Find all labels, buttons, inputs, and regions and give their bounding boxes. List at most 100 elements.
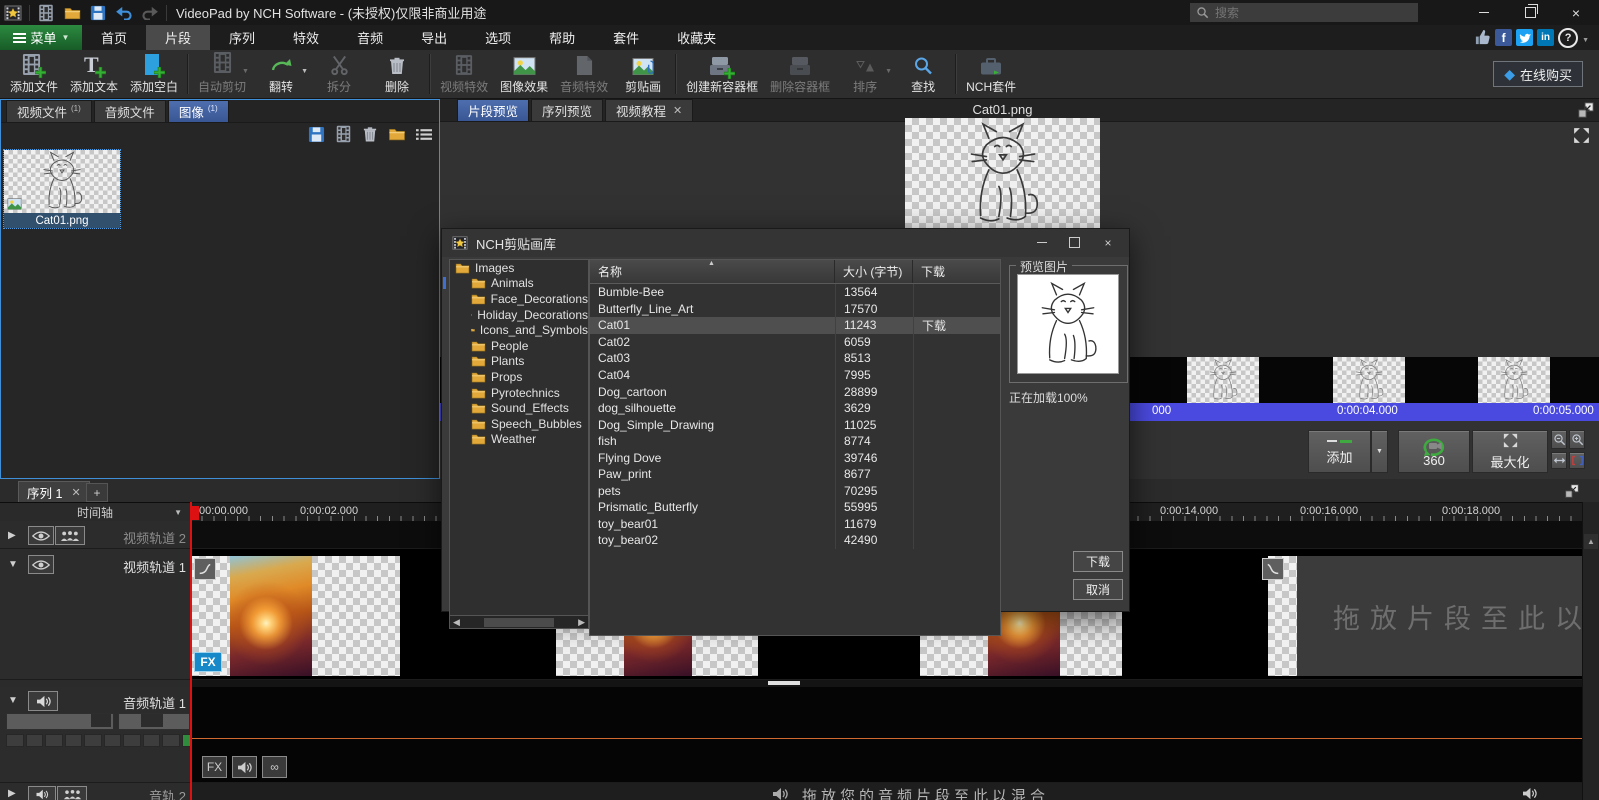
scrollbar-thumb[interactable] — [484, 618, 554, 627]
column-header-download[interactable]: 下载 — [913, 260, 998, 283]
add-blank-button[interactable]: 添加空白 — [124, 50, 184, 98]
tab-sequence-1[interactable]: 序列 1✕ — [18, 481, 90, 502]
delete-container-button[interactable]: 删除容器框 — [764, 50, 836, 98]
preview-viewport[interactable] — [905, 118, 1100, 231]
trash-icon[interactable] — [359, 124, 381, 144]
expand-icon[interactable]: ▶ — [8, 530, 16, 541]
mute-button[interactable] — [232, 756, 257, 778]
new-project-icon[interactable] — [36, 3, 56, 23]
collapse-icon[interactable]: ▼ — [8, 695, 18, 706]
slider-knob[interactable] — [91, 714, 111, 727]
menu-item-sequence[interactable]: 序列 — [210, 25, 274, 50]
save-snapshot-icon[interactable] — [305, 124, 327, 144]
pan-slider[interactable] — [118, 713, 190, 730]
table-row[interactable]: Butterfly_Line_Art17570 — [590, 301, 1000, 318]
rotate-360-button[interactable]: 360 — [1398, 430, 1470, 473]
delete-button[interactable]: 删除 — [368, 50, 426, 98]
table-row[interactable]: Paw_print8677 — [590, 466, 1000, 483]
tree-item-holiday-decorations[interactable]: Holiday_Decorations — [450, 307, 588, 323]
chevron-down-icon[interactable] — [1582, 31, 1589, 45]
table-row[interactable]: Prismatic_Butterfly55995 — [590, 499, 1000, 516]
table-row[interactable]: toy_bear0242490 — [590, 532, 1000, 549]
zoom-in-button[interactable] — [1569, 430, 1585, 449]
close-icon[interactable]: ✕ — [71, 486, 80, 499]
tree-item-speech-bubbles[interactable]: Speech_Bubbles — [450, 416, 588, 432]
fade-in-icon[interactable] — [194, 558, 216, 580]
auto-cut-button[interactable]: 自动剪切 — [192, 50, 252, 98]
expand-icon[interactable]: ▶ — [8, 788, 16, 799]
slider-knob[interactable] — [141, 714, 163, 727]
like-icon[interactable] — [1474, 29, 1491, 46]
image-effects-button[interactable]: 图像效果 — [494, 50, 554, 98]
menu-item-clip[interactable]: 片段 — [146, 25, 210, 50]
add-folder-icon[interactable] — [386, 124, 408, 144]
tree-item-pyrotechnics[interactable]: Pyrotechnics — [450, 385, 588, 401]
clipart-button[interactable]: 剪贴画 — [614, 50, 672, 98]
export-clip-icon[interactable] — [332, 124, 354, 144]
eye-icon[interactable] — [28, 555, 54, 574]
dialog-titlebar[interactable]: NCH剪贴画库 — [442, 229, 1129, 257]
close-button[interactable]: × — [1553, 0, 1599, 25]
download-button[interactable]: 下载 — [1073, 551, 1123, 572]
add-sequence-button[interactable]: + — [86, 483, 108, 502]
table-row-selected[interactable]: Cat0111243下载 — [590, 317, 1000, 334]
ruler-mode-dropdown[interactable]: 时间轴▼ — [0, 503, 191, 522]
maximize-preview-button[interactable]: 最大化 — [1472, 430, 1548, 473]
sort-button[interactable]: 排序 — [836, 50, 894, 98]
menu-item-effects[interactable]: 特效 — [274, 25, 338, 50]
timeline-hscrollbar[interactable] — [190, 680, 1583, 687]
tree-item-weather[interactable]: Weather — [450, 432, 588, 448]
undock-icon[interactable] — [1578, 102, 1594, 118]
scroll-up-icon[interactable]: ▲ — [1584, 534, 1598, 549]
linkedin-icon[interactable] — [1537, 29, 1554, 46]
fade-out-icon[interactable] — [1262, 558, 1284, 580]
table-row[interactable]: Cat038513 — [590, 350, 1000, 367]
add-text-button[interactable]: T添加文本 — [64, 50, 124, 98]
menu-item-options[interactable]: 选项 — [466, 25, 530, 50]
audio-effects-button[interactable]: 音频特效 — [554, 50, 614, 98]
add-to-sequence-button[interactable]: 添加 — [1308, 430, 1371, 473]
timeline-vscrollbar[interactable]: ▲ — [1582, 502, 1599, 800]
open-project-icon[interactable] — [62, 3, 82, 23]
add-file-button[interactable]: 添加文件 — [4, 50, 64, 98]
nch-suite-button[interactable]: NCH套件 — [960, 50, 1022, 98]
dialog-minimize-button[interactable] — [1027, 233, 1057, 252]
menu-item-export[interactable]: 导出 — [402, 25, 466, 50]
table-row[interactable]: Flying Dove39746 — [590, 449, 1000, 466]
tree-item-sound-effects[interactable]: Sound_Effects — [450, 400, 588, 416]
eye-icon[interactable] — [28, 526, 54, 545]
audio-track-2-lane[interactable]: 拖放您的音频片段至此以混合 — [190, 783, 1583, 800]
tree-item-props[interactable]: Props — [450, 369, 588, 385]
tab-audio-files[interactable]: 音频文件 — [94, 100, 166, 122]
menu-item-audio[interactable]: 音频 — [338, 25, 402, 50]
audio-fx-button[interactable]: FX — [202, 756, 227, 778]
link-clip-button[interactable]: ∞ — [262, 756, 287, 778]
menu-item-favorites[interactable]: 收藏夹 — [658, 25, 735, 50]
blend-tracks-icon[interactable] — [55, 526, 85, 545]
menu-item-suite[interactable]: 套件 — [594, 25, 658, 50]
table-row[interactable]: Dog_Simple_Drawing11025 — [590, 416, 1000, 433]
split-button[interactable]: 拆分 — [310, 50, 368, 98]
bin-item-cat01[interactable]: Cat01.png — [3, 149, 121, 229]
tree-item-icons-and-symbols[interactable]: Icons_and_Symbols — [450, 322, 588, 338]
table-row[interactable]: pets70295 — [590, 483, 1000, 500]
close-icon[interactable]: ✕ — [673, 104, 682, 117]
menu-button[interactable]: 菜单 ▼ — [0, 25, 82, 50]
tab-clip-preview[interactable]: 片段预览 — [457, 99, 529, 121]
blend-tracks-icon[interactable] — [57, 786, 87, 800]
dialog-close-button[interactable]: × — [1093, 233, 1123, 252]
dialog-maximize-button[interactable] — [1059, 233, 1089, 252]
buy-online-button[interactable]: 在线购买 — [1493, 61, 1583, 87]
save-project-icon[interactable] — [88, 3, 108, 23]
tree-item-animals[interactable]: Animals — [450, 276, 588, 292]
audio-track-1-lane[interactable]: FX ∞ — [190, 687, 1583, 783]
speaker-icon[interactable] — [28, 691, 58, 711]
playhead-line[interactable] — [190, 502, 192, 800]
collapse-icon[interactable]: ▼ — [8, 559, 18, 570]
twitter-icon[interactable] — [1516, 29, 1533, 46]
cancel-button[interactable]: 取消 — [1073, 579, 1123, 600]
minimize-button[interactable] — [1461, 0, 1507, 25]
column-header-size[interactable]: 大小 (字节) — [835, 260, 913, 283]
table-row[interactable]: dog_silhouette3629 — [590, 400, 1000, 417]
table-row[interactable]: toy_bear0111679 — [590, 516, 1000, 533]
